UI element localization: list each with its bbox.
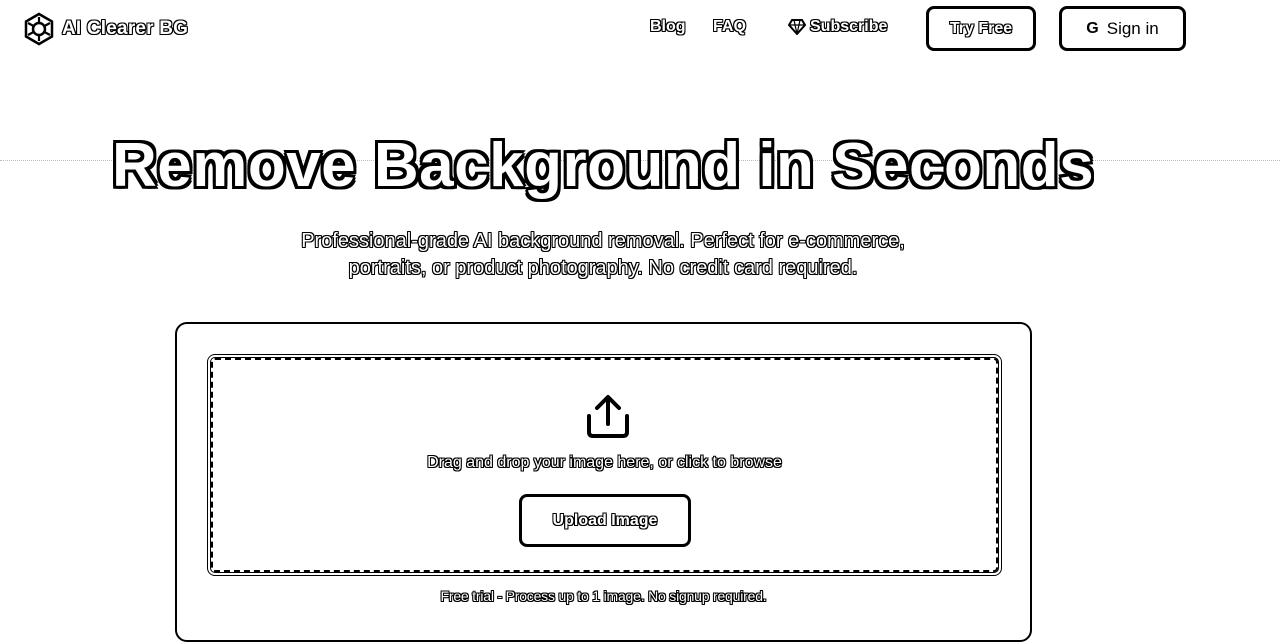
brand-logo[interactable]: AI Clearer BG bbox=[22, 12, 188, 46]
try-free-button[interactable]: Try Free bbox=[926, 6, 1036, 51]
logo-icon bbox=[24, 12, 54, 46]
upload-icon bbox=[587, 395, 629, 438]
site-header: AI Clearer BG Blog FAQ Subscribe Try Fre… bbox=[0, 0, 1280, 60]
page-title: Remove Background in Seconds bbox=[111, 131, 1095, 200]
google-icon: G bbox=[1086, 19, 1099, 37]
sign-in-label: Sign in bbox=[1106, 18, 1159, 38]
upload-image-button[interactable]: Upload Image bbox=[519, 494, 691, 547]
diamond-icon bbox=[788, 19, 806, 35]
sign-in-button[interactable]: G Sign in bbox=[1059, 6, 1186, 51]
hero-subtitle-line-1: Professional-grade AI background removal… bbox=[301, 230, 905, 252]
nav-subscribe-link[interactable]: Subscribe bbox=[788, 18, 887, 36]
nav-faq-link[interactable]: FAQ bbox=[713, 18, 746, 36]
free-trial-note: Free trial - Process up to 1 image. No s… bbox=[440, 588, 767, 604]
try-free-label: Try Free bbox=[949, 19, 1013, 37]
upload-card: Drag and drop your image here, or click … bbox=[175, 322, 1032, 642]
upload-image-label: Upload Image bbox=[552, 511, 658, 529]
subscribe-label: Subscribe bbox=[810, 18, 888, 35]
upload-dropzone[interactable]: Drag and drop your image here, or click … bbox=[207, 354, 1002, 576]
nav-blog-link[interactable]: Blog bbox=[650, 18, 686, 36]
hero-subtitle-line-2: portraits, or product photography. No cr… bbox=[348, 257, 858, 279]
dropzone-instruction: Drag and drop your image here, or click … bbox=[427, 454, 782, 471]
brand-name: AI Clearer BG bbox=[62, 18, 189, 39]
hero-subtitle: Professional-grade AI background removal… bbox=[0, 228, 1206, 282]
